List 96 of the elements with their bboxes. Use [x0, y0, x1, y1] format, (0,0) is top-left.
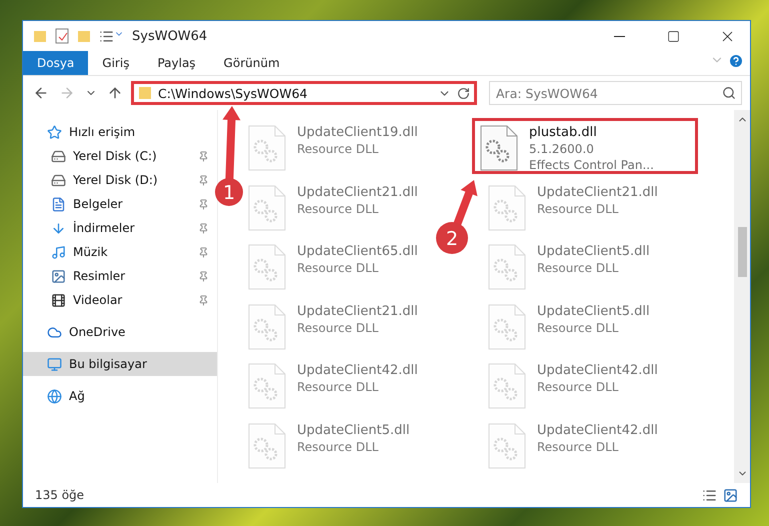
document-icon	[51, 196, 66, 212]
download-icon	[51, 220, 66, 236]
monitor-icon	[47, 356, 62, 372]
maximize-icon	[666, 30, 680, 42]
pin-icon[interactable]	[198, 174, 209, 186]
file-name: UpdateClient21.dll	[537, 184, 658, 200]
file-item[interactable]: UpdateClient42.dll Resource DLL	[480, 416, 665, 472]
file-detail: Resource DLL	[297, 379, 380, 395]
file-name: UpdateClient5.dll	[537, 244, 650, 260]
dll-file-icon	[487, 244, 527, 290]
file-name: UpdateClient21.dll	[297, 184, 418, 200]
search-icon	[722, 86, 736, 100]
sidebar-item[interactable]: Yerel Disk (C:)	[23, 144, 217, 168]
globe-icon	[47, 388, 62, 404]
file-item[interactable]: plustab.dll 5.1.2600.0 Effects Control Pan...	[472, 118, 698, 174]
properties-icon[interactable]	[55, 28, 69, 44]
file-name: UpdateClient5.dll	[537, 304, 650, 320]
large-icons-view-icon[interactable]	[723, 488, 738, 502]
refresh-icon[interactable]	[457, 86, 470, 100]
pin-icon[interactable]	[198, 222, 209, 234]
file-item[interactable]: UpdateClient5.dll Resource DLL	[240, 416, 417, 472]
pin-icon[interactable]	[198, 270, 209, 282]
file-item[interactable]: UpdateClient21.dll Resource DLL	[480, 178, 665, 234]
file-item[interactable]: UpdateClient21.dll Resource DLL	[240, 178, 425, 234]
file-detail: Resource DLL	[297, 141, 380, 157]
sidebar-item[interactable]: Bu bilgisayar	[23, 352, 217, 376]
file-name: UpdateClient65.dll	[297, 244, 418, 260]
ribbon-tab[interactable]: Görünüm	[210, 51, 294, 75]
sidebar-item[interactable]: Resimler	[23, 264, 217, 288]
file-detail: Resource DLL	[297, 438, 380, 454]
view-dropdown-icon[interactable]	[99, 28, 124, 44]
scrollbar[interactable]	[734, 110, 750, 483]
file-name: UpdateClient21.dll	[297, 304, 418, 320]
dll-file-icon	[247, 422, 287, 468]
dll-file-icon	[487, 422, 527, 468]
pin-icon[interactable]	[198, 150, 209, 162]
file-item[interactable]: UpdateClient5.dll Resource DLL	[480, 237, 657, 293]
film-icon	[51, 292, 66, 308]
sidebar-item[interactable]: Ağ	[23, 384, 217, 408]
dll-file-icon	[247, 244, 287, 290]
file-item[interactable]: UpdateClient42.dll Resource DLL	[480, 356, 665, 412]
file-detail: Effects Control Pan...	[529, 157, 654, 173]
sidebar-item[interactable]: OneDrive	[23, 320, 217, 344]
scrollbar-thumb[interactable]	[738, 226, 746, 276]
file-detail: Resource DLL	[537, 438, 620, 454]
file-name: UpdateClient42.dll	[297, 363, 418, 379]
star-icon	[47, 124, 62, 140]
file-detail: 5.1.2600.0	[529, 141, 595, 157]
file-item[interactable]: UpdateClient5.dll Resource DLL	[480, 296, 657, 352]
file-name: plustab.dll	[529, 125, 598, 141]
dll-file-icon	[247, 304, 287, 350]
sidebar-item[interactable]: Müzik	[23, 240, 217, 264]
file-name: UpdateClient19.dll	[297, 125, 418, 141]
file-name: UpdateClient42.dll	[537, 363, 658, 379]
folder-icon	[138, 86, 152, 100]
file-item[interactable]: UpdateClient19.dll Resource DLL	[240, 118, 425, 174]
drive-icon	[51, 148, 66, 164]
sidebar-item[interactable]: Belgeler	[23, 192, 217, 216]
search-field[interactable]: Ara: SysWOW64	[489, 81, 742, 105]
file-detail: Resource DLL	[537, 200, 620, 216]
dll-file-icon	[487, 363, 527, 409]
details-view-icon[interactable]	[702, 488, 717, 502]
sidebar-item[interactable]: Yerel Disk (D:)	[23, 168, 217, 192]
item-count: 135 öğe	[35, 488, 86, 502]
file-name: UpdateClient42.dll	[537, 422, 658, 438]
address-bar[interactable]: C:\Windows\SysWOW64	[131, 81, 477, 105]
ribbon-tab[interactable]: Dosya	[23, 51, 88, 75]
file-detail: Resource DLL	[297, 320, 380, 336]
dll-file-icon	[247, 125, 287, 171]
file-item[interactable]: UpdateClient65.dll Resource DLL	[240, 237, 425, 293]
drive-icon	[51, 172, 66, 188]
sidebar-item[interactable]: Hızlı erişim	[23, 120, 217, 144]
window-title: SysWOW64	[132, 28, 208, 44]
file-detail: Resource DLL	[537, 260, 620, 276]
file-detail: Resource DLL	[297, 260, 380, 276]
picture-icon	[51, 268, 66, 284]
music-note-icon	[51, 244, 66, 260]
file-detail: Resource DLL	[297, 200, 380, 216]
sidebar-item[interactable]: İndirmeler	[23, 216, 217, 240]
dll-file-icon	[247, 184, 287, 230]
dll-file-icon	[487, 184, 527, 230]
ribbon-tab[interactable]: Giriş	[88, 51, 144, 75]
dll-file-icon	[487, 304, 527, 350]
pin-icon[interactable]	[198, 246, 209, 258]
ribbon-tab[interactable]: Paylaş	[143, 51, 210, 75]
file-detail: Resource DLL	[537, 320, 620, 336]
file-item[interactable]: UpdateClient42.dll Resource DLL	[240, 356, 425, 412]
file-detail: Resource DLL	[537, 379, 620, 395]
file-item[interactable]: UpdateClient21.dll Resource DLL	[240, 296, 425, 352]
file-name: UpdateClient5.dll	[297, 422, 410, 438]
dll-file-icon	[247, 363, 287, 409]
sidebar-item[interactable]: Videolar	[23, 288, 217, 312]
dll-file-icon	[479, 125, 519, 171]
pin-icon[interactable]	[198, 198, 209, 210]
cloud-icon	[47, 324, 62, 340]
pin-icon[interactable]	[198, 294, 209, 306]
